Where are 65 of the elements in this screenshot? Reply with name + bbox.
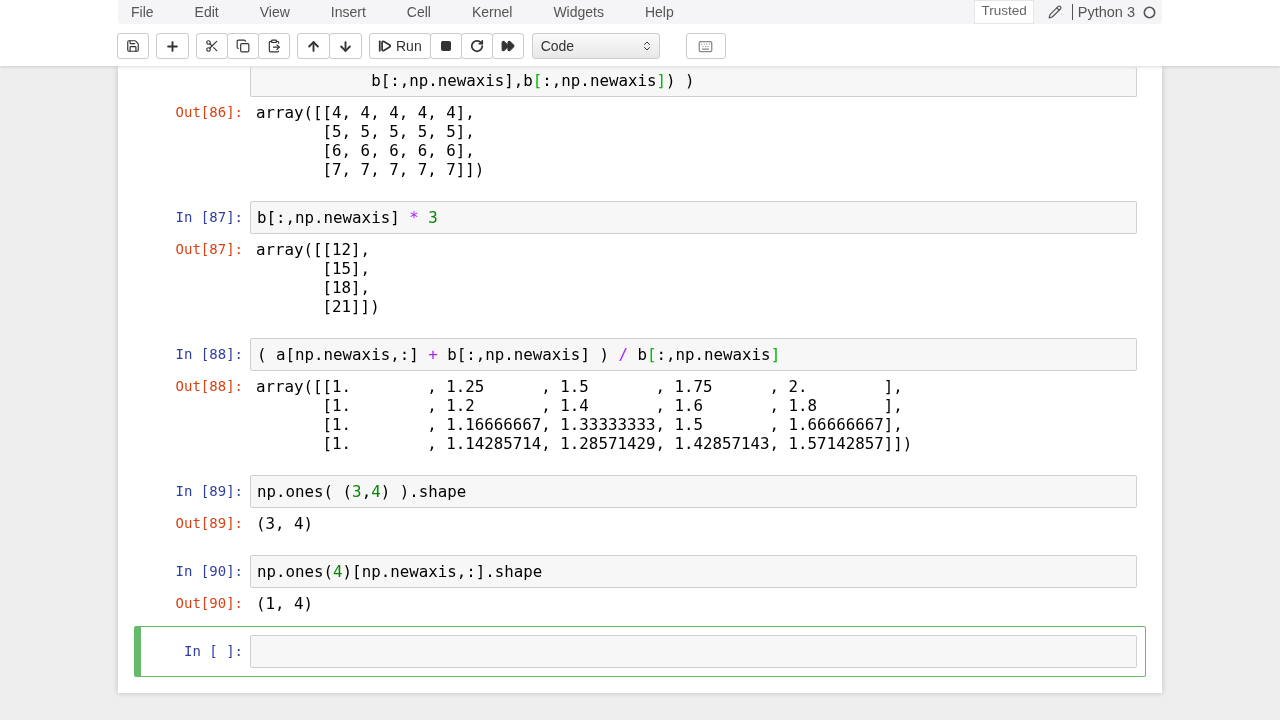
output-prompt: Out[88]: (174, 377, 244, 396)
notebook-cell[interactable]: In [87]: b[:,np.newaxis] * 3 Out[87]: array([[12], [15], [18], [21]]) (134, 192, 1146, 329)
code-input[interactable]: np.ones( (3,4) ).shape (250, 475, 1137, 508)
save-button[interactable] (117, 33, 149, 59)
code-input[interactable]: b[:,np.newaxis],b[:,np.newaxis]) ) (250, 67, 1137, 97)
fast-forward-icon (500, 39, 515, 53)
code-input[interactable] (250, 635, 1137, 668)
input-prompt: In [87]: (174, 208, 244, 227)
code-line: np.ones( (3,4) ).shape (257, 482, 468, 501)
scissors-icon (205, 39, 219, 53)
trusted-indicator[interactable]: Trusted (974, 0, 1034, 24)
copy-button[interactable] (227, 33, 259, 59)
code-line: np.ones(4)[np.newaxis,:].shape (257, 562, 544, 581)
cell-output: array([[12], [15], [18], [21]]) (255, 240, 380, 316)
input-prompt: In [89]: (174, 482, 244, 501)
step-forward-icon (378, 39, 392, 53)
notebook-cell[interactable]: b[:,np.newaxis],b[:,np.newaxis]) ) Out[86]: array([[4, 4, 4, 4, 4], [5, 5, 5, 5, 5], [6, 6, 6, 6, 6], [7, 7, 7, 7, 7]]) (134, 66, 1146, 192)
clipboard-icon (267, 39, 281, 53)
menu-item[interactable]: Widgets (550, 4, 607, 20)
menu-item[interactable]: File (128, 4, 157, 20)
cell-output: (1, 4) (255, 594, 314, 613)
cell-output: array([[4, 4, 4, 4, 4], [5, 5, 5, 5, 5], [6, 6, 6, 6, 6], [7, 7, 7, 7, 7]]) (255, 103, 485, 179)
notebook-cell[interactable]: In [ ]: (134, 626, 1146, 677)
menu-item[interactable]: Insert (327, 4, 369, 20)
output-prompt: Out[90]: (174, 594, 244, 613)
menu-item[interactable]: Kernel (468, 4, 516, 20)
run-all-button[interactable] (491, 33, 524, 59)
stop-icon (439, 40, 452, 52)
input-prompt: In [90]: (174, 562, 244, 581)
menu-item[interactable]: View (256, 4, 293, 20)
restart-icon (469, 39, 484, 53)
code-line: b[:,np.newaxis] * 3 (257, 208, 439, 227)
input-prompt: In [ ]: (183, 642, 244, 661)
menu-item[interactable]: Help (641, 4, 677, 20)
keyboard-icon (698, 38, 714, 54)
cell-type-dropdown[interactable]: Code (531, 33, 660, 59)
arrow-down-icon (338, 38, 353, 54)
code-input[interactable]: np.ones(4)[np.newaxis,:].shape (250, 555, 1137, 588)
notebook-cell[interactable]: In [90]: np.ones(4)[np.newaxis,:].shape Out[90]: (1, 4) (134, 546, 1146, 626)
paste-button[interactable] (258, 33, 290, 59)
pencil-icon[interactable] (1047, 5, 1062, 19)
menu-item[interactable]: Cell (403, 4, 434, 20)
input-prompt: In [88]: (174, 345, 244, 364)
keyboard-button[interactable] (685, 33, 726, 59)
add-cell-button[interactable] (156, 33, 189, 59)
move-down-button[interactable] (329, 33, 362, 59)
restart-button[interactable] (460, 33, 493, 59)
cell-output: array([[1. , 1.25 , 1.5 , 1.75 , 2. ], [1. , 1.2 , 1.4 , 1.6 , 1.8 ], [1. , 1.16666667, 1.33333333, 1.5 , 1.66666667], [1. , 1.14285714, 1.28571429, 1.42857143, 1.57142857]]) (255, 377, 913, 453)
run-button[interactable]: Run (369, 33, 431, 59)
output-prompt: Out[87]: (174, 240, 244, 259)
plus-icon (165, 38, 180, 54)
code-line: b[:,np.newaxis],b[:,np.newaxis]) ) (370, 71, 696, 90)
stop-button[interactable] (429, 33, 462, 59)
kernel-name: Python 3 (1071, 4, 1135, 20)
cell-output: (3, 4) (255, 514, 314, 533)
code-input[interactable]: b[:,np.newaxis] * 3 (250, 201, 1137, 234)
move-up-button[interactable] (297, 33, 330, 59)
output-prompt: Out[86]: (174, 103, 244, 122)
menu-item[interactable]: Edit (191, 4, 222, 20)
output-prompt: Out[89]: (174, 514, 244, 533)
cut-button[interactable] (196, 33, 228, 59)
code-input[interactable]: ( a[np.newaxis,:] + b[:,np.newaxis] ) / b[:,np.newaxis] (250, 338, 1137, 371)
notebook-cell[interactable]: In [89]: np.ones( (3,4) ).shape Out[89]: (3, 4) (134, 466, 1146, 546)
code-line: ( a[np.newaxis,:] + b[:,np.newaxis] ) / b[:,np.newaxis] (257, 345, 782, 364)
copy-icon (236, 39, 250, 53)
